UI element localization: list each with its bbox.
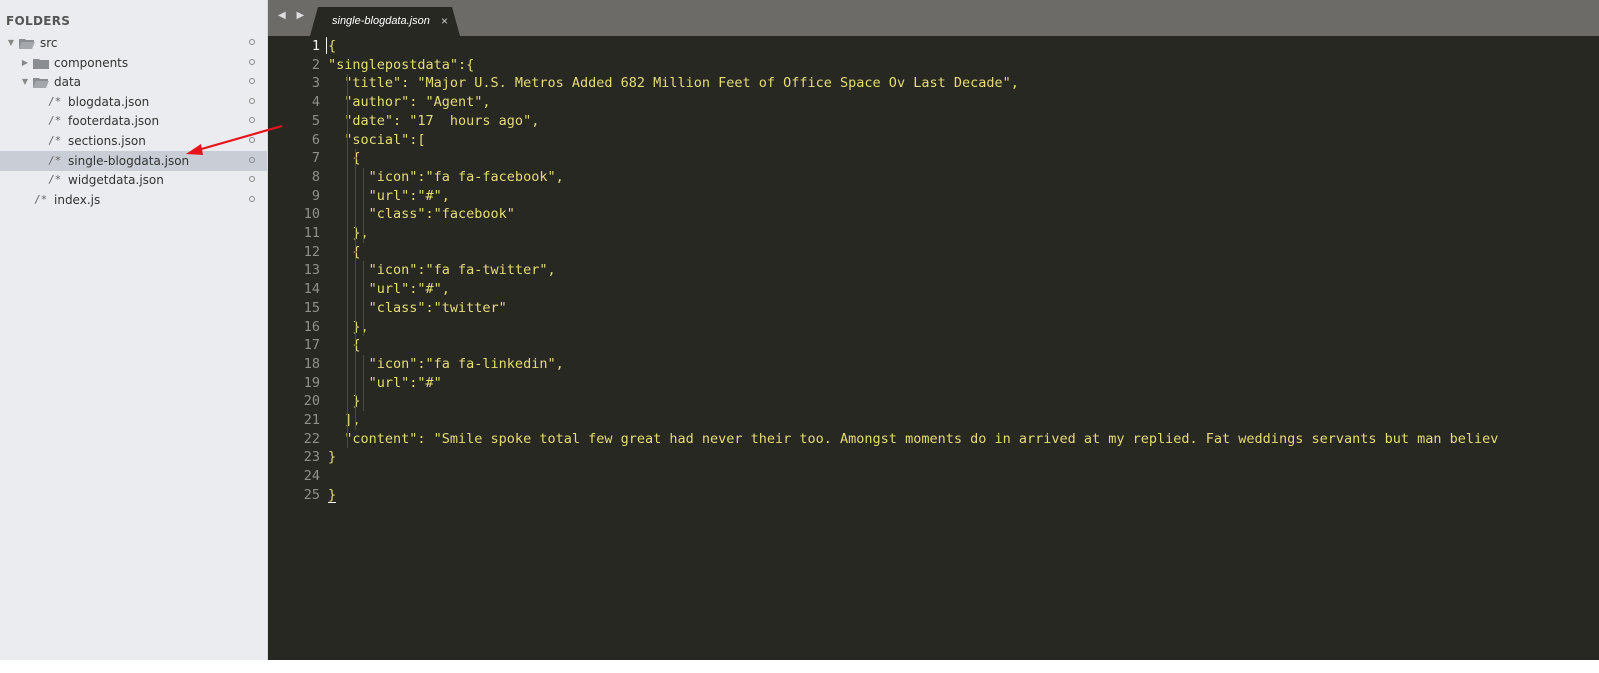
code-line: "singlepostdata":{ <box>328 56 475 73</box>
chevron-right-icon[interactable]: ▶ <box>20 53 30 73</box>
indent-guide <box>363 261 364 337</box>
indent-guide <box>363 167 364 243</box>
tab-single-blogdata[interactable]: single-blogdata.json × <box>310 7 460 36</box>
line-number: 15 <box>303 299 320 316</box>
tree-item-index-js[interactable]: /* index.js <box>0 190 267 210</box>
tree-item-label: blogdata.json <box>68 94 150 109</box>
line-gutter: 1 2 3 4 5 6 7 8 9 10 11 12 13 14 15 16 17 18 19 20 21 22 23 24 2… <box>268 36 320 660</box>
line-number: 10 <box>303 206 320 223</box>
indent-guide <box>347 74 348 449</box>
tree-item-data[interactable]: ▼ data <box>0 72 267 92</box>
circle-icon <box>249 78 255 85</box>
tree-item-sections-json[interactable]: /* sections.json <box>0 131 267 151</box>
tree-item-label: data <box>54 75 82 90</box>
line-number: 20 <box>303 393 320 410</box>
line-number: 12 <box>303 243 320 260</box>
line-number: 6 <box>311 131 320 148</box>
sidebar-title: FOLDERS <box>6 14 71 28</box>
file-code-icon: /* <box>48 134 62 147</box>
code-area[interactable]: { "singlepostdata":{ "title": "Major U.S.… <box>328 36 1599 660</box>
chevron-down-icon[interactable]: ▼ <box>6 33 16 53</box>
file-code-icon: /* <box>48 173 62 187</box>
text-cursor <box>326 37 327 54</box>
tab-bar: ◀ ▶ single-blogdata.json × <box>268 0 1599 36</box>
code-line: "social":[ <box>328 131 426 148</box>
code-line: "content": "Smile spoke total few great … <box>328 430 1499 447</box>
circle-icon <box>249 137 255 143</box>
code-line: } <box>328 449 337 466</box>
line-number: 2 <box>311 56 320 73</box>
code-line: "date": "17 hours ago", <box>328 112 540 129</box>
bottom-strip <box>0 660 1599 673</box>
sidebar: FOLDERS ▼ src ▶ components ▼ data /* blogdata.j… <box>0 0 268 660</box>
tree-item-src[interactable]: ▼ src <box>0 33 267 53</box>
line-number: 18 <box>303 355 320 372</box>
file-code-icon: /* <box>48 114 62 128</box>
code-line: "title": "Major U.S. Metros Added 682 Mi… <box>328 75 1019 92</box>
tree-item-label: sections.json <box>68 134 146 148</box>
line-number: 21 <box>303 412 320 428</box>
tree-item-components[interactable]: ▶ components <box>0 53 267 73</box>
line-number: 24 <box>303 468 320 485</box>
code-line: "author": "Agent", <box>328 94 491 111</box>
line-number: 14 <box>303 281 320 298</box>
line-number: 3 <box>311 75 320 92</box>
line-number: 4 <box>311 94 320 111</box>
line-number: 22 <box>303 430 320 447</box>
line-number: 11 <box>303 225 320 241</box>
folder-open-icon <box>19 39 35 49</box>
line-number: 13 <box>303 262 320 279</box>
line-number: 19 <box>303 374 320 391</box>
tab-nav-arrows[interactable]: ◀ ▶ <box>278 10 308 21</box>
circle-icon <box>249 117 255 124</box>
circle-icon <box>249 176 255 183</box>
tree-item-label: single-blogdata.json <box>68 153 190 168</box>
file-code-icon: /* <box>34 192 48 206</box>
indent-guide <box>363 354 364 411</box>
code-line: "class":"facebook" <box>328 206 515 223</box>
tree-item-label: widgetdata.json <box>68 173 164 188</box>
close-icon[interactable]: × <box>441 14 448 28</box>
folder-icon <box>33 58 49 69</box>
tree-item-footerdata-json[interactable]: /* footerdata.json <box>0 111 267 131</box>
tree-item-label: components <box>54 55 129 70</box>
line-number: 5 <box>311 112 320 129</box>
indent-guide <box>355 149 356 430</box>
file-code-icon: /* <box>48 94 62 108</box>
code-line: { <box>328 38 337 54</box>
tree-item-single-blogdata-json[interactable]: /* single-blogdata.json <box>0 150 267 171</box>
tree-item-widgetdata-json[interactable]: /* widgetdata.json <box>0 170 267 190</box>
circle-icon <box>249 97 255 104</box>
circle-icon <box>249 39 255 45</box>
line-number: 25 <box>303 486 320 503</box>
circle-icon <box>249 58 255 65</box>
line-number: 8 <box>311 168 320 185</box>
tree-item-blogdata-json[interactable]: /* blogdata.json <box>0 92 267 112</box>
file-code-icon: /* <box>48 153 62 167</box>
chevron-down-icon[interactable]: ▼ <box>20 72 30 92</box>
code-editor[interactable]: 1 2 3 4 5 6 7 8 9 10 11 12 13 14 15 16 17 18 19 20 21 22 23 24 2… <box>268 36 1599 660</box>
line-number: 7 <box>311 150 320 167</box>
line-number: 17 <box>303 337 320 354</box>
bracket-match-underline <box>328 501 336 503</box>
line-number: 16 <box>303 318 320 335</box>
tree-item-label: src <box>40 36 58 50</box>
code-line: "url":"#" <box>328 374 442 391</box>
tree-item-label: index.js <box>54 192 101 207</box>
circle-icon <box>249 195 255 202</box>
line-number: 1 <box>311 38 320 54</box>
line-number: 23 <box>303 449 320 466</box>
folder-open-icon <box>33 78 49 89</box>
tab-label: single-blogdata.json <box>332 15 430 27</box>
circle-icon <box>249 156 255 163</box>
tree-item-label: footerdata.json <box>68 114 160 129</box>
line-number: 9 <box>311 187 320 204</box>
